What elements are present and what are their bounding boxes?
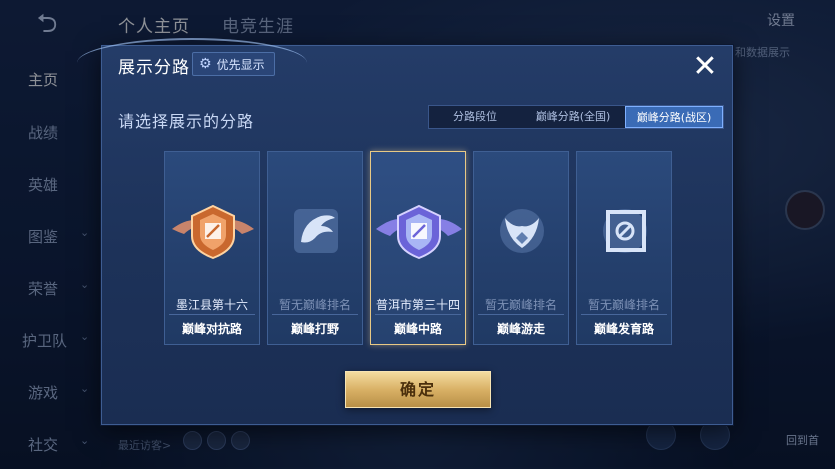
card-rank-text: 暂无巅峰排名	[278, 298, 351, 312]
select-lane-prompt: 请选择展示的分路	[118, 112, 255, 131]
roam-lane-icon	[500, 209, 544, 253]
card-rank-text: 暂无巅峰排名	[484, 298, 557, 312]
tab-lane-rank[interactable]: 分路段位	[429, 106, 521, 128]
lane-card-top[interactable]: 墨江县第十六 巅峰对抗路	[164, 151, 260, 345]
card-lane-label: 巅峰打野	[290, 322, 339, 336]
rank-badge-icon	[191, 204, 235, 260]
card-lane-label: 巅峰发育路	[593, 322, 654, 336]
card-lane-label: 巅峰对抗路	[181, 322, 242, 336]
card-lane-label: 巅峰中路	[393, 322, 442, 336]
lane-card-farm[interactable]: 暂无巅峰排名 巅峰发育路	[576, 151, 672, 345]
lane-card-jungle[interactable]: 暂无巅峰排名 巅峰打野	[267, 151, 363, 345]
priority-display-button[interactable]: ⚙ 优先显示	[192, 52, 275, 76]
card-rank-text: 普洱市第三十四	[375, 298, 460, 312]
tab-peak-lane-region[interactable]: 巅峰分路(战区)	[625, 106, 723, 128]
confirm-button[interactable]: 确定	[345, 371, 491, 408]
card-divider	[169, 314, 255, 315]
jungle-lane-icon	[294, 209, 338, 253]
dialog-title: 展示分路	[118, 58, 190, 78]
card-divider	[581, 314, 667, 315]
close-button[interactable]: ✕	[688, 51, 722, 85]
ranking-scope-tabs: 分路段位 巅峰分路(全国) 巅峰分路(战区)	[428, 105, 724, 129]
card-divider	[272, 314, 358, 315]
priority-display-label: 优先显示	[216, 57, 265, 72]
lane-display-dialog: 展示分路 ⚙ 优先显示 ✕ 请选择展示的分路 分路段位 巅峰分路(全国) 巅峰分…	[77, 38, 733, 425]
card-divider	[375, 314, 461, 315]
card-lane-label: 巅峰游走	[496, 322, 545, 336]
rank-badge-icon	[397, 204, 441, 260]
tab-peak-lane-national[interactable]: 巅峰分路(全国)	[521, 106, 625, 128]
farm-lane-icon	[603, 209, 647, 253]
card-divider	[478, 314, 564, 315]
close-icon: ✕	[692, 49, 718, 84]
gear-icon: ⚙	[199, 56, 212, 72]
card-rank-text: 暂无巅峰排名	[587, 298, 660, 312]
lane-card-roam[interactable]: 暂无巅峰排名 巅峰游走	[473, 151, 569, 345]
lane-card-mid[interactable]: 普洱市第三十四 巅峰中路	[370, 151, 466, 345]
card-rank-text: 墨江县第十六	[175, 298, 248, 312]
